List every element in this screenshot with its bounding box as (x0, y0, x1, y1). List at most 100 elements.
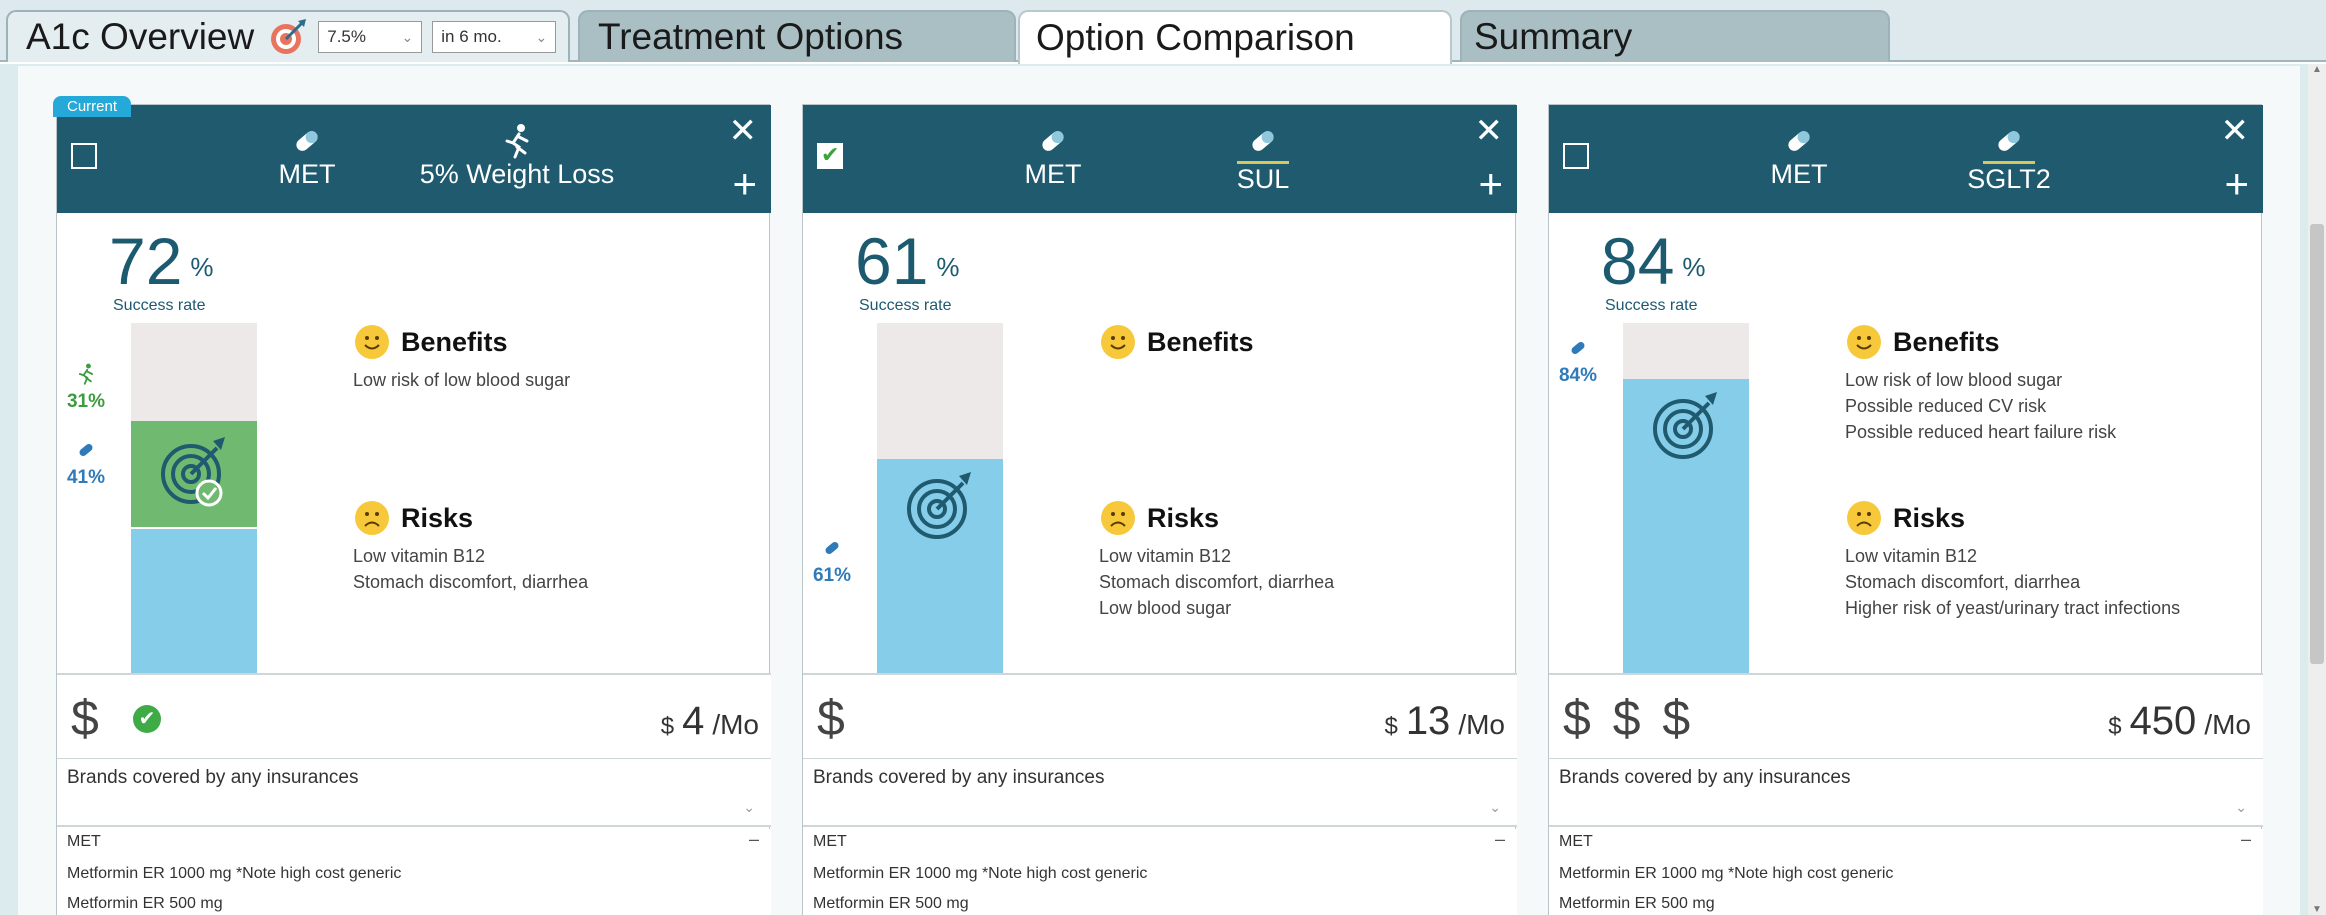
vertical-scrollbar[interactable]: ▲ ▼ (2308, 64, 2326, 915)
covered-check-icon: ✔ (133, 705, 161, 733)
risks-list: Low vitamin B12 Stomach discomfort, diar… (1099, 546, 1335, 618)
monthly-price: $4/Mo (660, 699, 759, 743)
success-bar (877, 323, 1003, 673)
chevron-down-icon: ⌄ (401, 28, 414, 45)
med-sul: SUL (1213, 123, 1313, 195)
smiley-face-icon (1101, 325, 1135, 359)
cost-row: $ ✔ $4/Mo (57, 673, 771, 759)
add-icon[interactable]: + (2224, 163, 2249, 205)
collapse-icon[interactable]: – (1495, 829, 1505, 850)
current-badge: Current (53, 96, 132, 117)
success-percent: 72% (109, 224, 214, 298)
target-check-icon (161, 437, 225, 507)
scroll-down-arrow-icon[interactable]: ▼ (2311, 904, 2323, 915)
list-header: MET (1559, 833, 1593, 850)
cost-row: $ $13/Mo (803, 673, 1517, 759)
benefits-list: Low risk of low blood sugar (353, 370, 571, 390)
tab-option-comparison[interactable]: Option Comparison (1018, 10, 1452, 64)
select-option-checkbox[interactable] (71, 143, 97, 169)
pill-icon (79, 443, 93, 457)
benefits-heading: Benefits (355, 325, 508, 359)
scroll-up-arrow-icon[interactable]: ▲ (2311, 64, 2323, 75)
bar-segment-med (877, 459, 1003, 673)
brand-list: MET – Metformin ER 1000 mg *Note high co… (1549, 829, 2263, 915)
select-option-checkbox[interactable] (1563, 143, 1589, 169)
sad-face-icon (1847, 501, 1881, 535)
smiley-face-icon (355, 325, 389, 359)
med-contribution: 61% (809, 537, 855, 587)
med-met: MET (1749, 123, 1849, 190)
success-bar (131, 323, 257, 673)
lifestyle-contribution: 31% (63, 363, 109, 413)
pill-icon (1998, 131, 2020, 151)
option-card-2: MET SUL ✕ + 61% Success rate 61% Benefit… (802, 104, 1517, 915)
target-icon (271, 19, 307, 54)
close-icon[interactable]: ✕ (1475, 111, 1504, 151)
option-card-3: MET SGLT2 ✕ + 84% Success rate 84% Benef… (1548, 104, 2263, 915)
chevron-down-icon: ⌄ (535, 28, 548, 45)
list-item[interactable]: Metformin ER 1000 mg *Note high cost gen… (67, 865, 401, 883)
option-card-header: Current MET 5% Weight Loss ✕ + (53, 96, 771, 213)
pill-icon (1571, 341, 1585, 355)
bar-segment-lifestyle (131, 421, 257, 529)
tab-a1c-overview[interactable]: A1c Overview 7.5% ⌄ in 6 mo. ⌄ (6, 10, 570, 62)
pill-icon (825, 541, 839, 555)
brand-list: MET – Metformin ER 1000 mg *Note high co… (803, 829, 1517, 915)
collapse-icon[interactable]: – (2241, 829, 2251, 850)
med-weight-loss: 5% Weight Loss (417, 123, 617, 190)
brands-coverage-select[interactable]: Brands covered by any insurances ⌄ (1549, 759, 2263, 827)
list-header: MET (813, 833, 847, 850)
chevron-down-icon: ⌄ (743, 799, 755, 815)
success-percent: 84% (1601, 224, 1706, 298)
add-icon[interactable]: + (732, 163, 757, 205)
option-card-header: MET SUL ✕ + (803, 105, 1517, 213)
med-contribution: 84% (1555, 337, 1601, 387)
risks-heading: Risks (355, 501, 473, 535)
list-item[interactable]: Metformin ER 500 mg (1559, 895, 1715, 913)
pill-icon (1042, 131, 1064, 151)
option-card-header: MET SGLT2 ✕ + (1549, 105, 2263, 213)
smiley-face-icon (1847, 325, 1881, 359)
cost-level: $ $ $ (1563, 690, 1695, 746)
goal-value-select[interactable]: 7.5% ⌄ (318, 21, 423, 53)
risks-list: Low vitamin B12 Stomach discomfort, diar… (353, 546, 589, 592)
bar-segment-med (1623, 379, 1749, 673)
tab-a1c-overview-label: A1c Overview (26, 16, 255, 57)
brand-list: MET – Metformin ER 1000 mg *Note high co… (57, 829, 771, 915)
success-rate-label: Success rate (1605, 297, 1698, 314)
brands-coverage-select[interactable]: Brands covered by any insurances ⌄ (803, 759, 1517, 827)
close-icon[interactable]: ✕ (2221, 111, 2250, 151)
risks-heading: Risks (1847, 501, 1965, 535)
cost-row: $ $ $ $450/Mo (1549, 673, 2263, 759)
list-item[interactable]: Metformin ER 1000 mg *Note high cost gen… (813, 865, 1147, 883)
list-item[interactable]: Metformin ER 500 mg (67, 895, 223, 913)
select-option-checkbox[interactable] (817, 142, 843, 169)
scrollbar-thumb[interactable] (2310, 224, 2324, 664)
med-met: MET (1003, 123, 1103, 190)
option-card-1: Current MET 5% Weight Loss ✕ + 72% Succe… (53, 96, 771, 915)
tab-summary[interactable]: Summary (1460, 10, 1890, 62)
risks-list: Low vitamin B12 Stomach discomfort, diar… (1845, 546, 2181, 618)
chevron-down-icon: ⌄ (1489, 799, 1501, 815)
pill-icon (1788, 131, 1810, 151)
list-item[interactable]: Metformin ER 500 mg (813, 895, 969, 913)
monthly-price: $450/Mo (2108, 699, 2251, 743)
list-item[interactable]: Metformin ER 1000 mg *Note high cost gen… (1559, 865, 1893, 883)
tab-treatment-options[interactable]: Treatment Options (578, 10, 1016, 62)
benefits-heading: Benefits (1101, 325, 1254, 359)
pill-icon (296, 131, 318, 151)
brands-coverage-select[interactable]: Brands covered by any insurances ⌄ (57, 759, 771, 827)
collapse-icon[interactable]: – (749, 829, 759, 850)
success-rate-label: Success rate (113, 297, 206, 314)
pill-icon (1252, 131, 1274, 151)
running-person-icon (505, 124, 529, 159)
close-icon[interactable]: ✕ (729, 111, 758, 151)
goal-timeframe-select[interactable]: in 6 mo. ⌄ (432, 21, 557, 53)
success-percent: 61% (855, 224, 960, 298)
chevron-down-icon: ⌄ (2235, 799, 2247, 815)
risks-heading: Risks (1101, 501, 1219, 535)
add-icon[interactable]: + (1478, 163, 1503, 205)
med-sglt2: SGLT2 (1949, 123, 2069, 195)
sad-face-icon (355, 501, 389, 535)
sad-face-icon (1101, 501, 1135, 535)
